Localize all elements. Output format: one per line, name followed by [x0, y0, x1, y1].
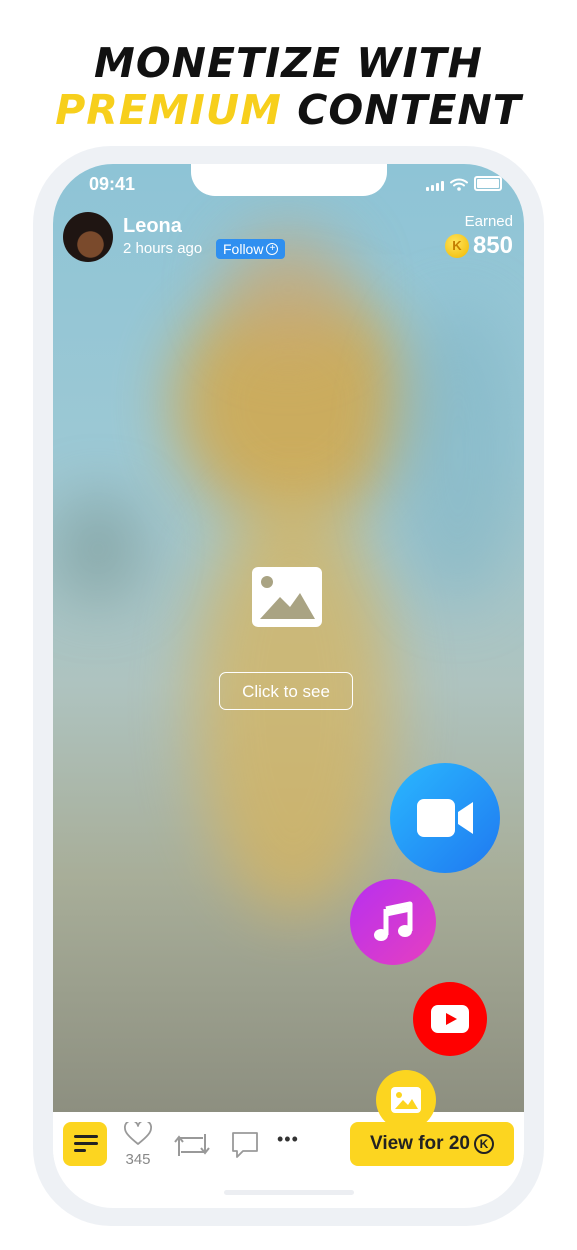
follow-label: Follow	[223, 241, 264, 257]
headline-text-2: CONTENT	[281, 86, 522, 134]
image-placeholder-icon	[252, 567, 322, 627]
post-time: 2 hours ago	[123, 240, 203, 257]
view-label: View for 20	[370, 1133, 470, 1154]
repost-icon[interactable]	[173, 1132, 211, 1158]
menu-button[interactable]	[63, 1122, 107, 1166]
earned-amount: K 850	[444, 232, 513, 260]
click-to-see-button[interactable]: Click to see	[219, 672, 353, 710]
headline-accent: PREMIUM	[55, 86, 282, 134]
image-icon	[391, 1087, 421, 1113]
k-coin-icon: K	[473, 1134, 494, 1154]
coin-icon: K	[444, 234, 469, 258]
like-count: 345	[125, 1151, 151, 1168]
menu-line	[74, 1135, 98, 1138]
headline-line-1: MONETIZE WITH	[0, 40, 577, 86]
avatar[interactable]	[63, 212, 113, 262]
earned-value: 850	[472, 232, 513, 259]
battery-icon	[474, 176, 502, 191]
heart-icon	[124, 1119, 152, 1145]
bottom-action-bar: 345 ••• View for 20 K	[53, 1112, 524, 1176]
plus-icon: +	[266, 243, 279, 255]
view-for-button[interactable]: View for 20 K	[350, 1122, 514, 1166]
headline-text-1: MONETIZE WITH	[94, 39, 483, 87]
status-time: 09:41	[89, 174, 136, 194]
video-button[interactable]	[390, 763, 500, 873]
image-button[interactable]	[376, 1070, 436, 1130]
menu-line	[74, 1149, 86, 1152]
youtube-button[interactable]	[413, 982, 487, 1056]
headline-line-2: PREMIUM CONTENT	[0, 87, 577, 133]
home-indicator[interactable]	[224, 1190, 354, 1195]
phone-screen: 09:41 Leona 2 hours ago Follow + Earned …	[53, 164, 524, 1208]
youtube-play-icon	[431, 1005, 469, 1033]
menu-line	[74, 1142, 98, 1145]
comment-icon[interactable]	[231, 1131, 259, 1159]
blurred-post-image[interactable]: 09:41 Leona 2 hours ago Follow + Earned …	[53, 164, 524, 1112]
more-icon[interactable]: •••	[277, 1129, 299, 1150]
user-name[interactable]: Leona	[123, 215, 182, 238]
follow-button[interactable]: Follow +	[216, 239, 286, 259]
like-button[interactable]: 345	[123, 1119, 153, 1168]
earned-label: Earned	[464, 213, 513, 230]
music-note-icon	[374, 901, 413, 941]
status-icons	[426, 176, 502, 191]
phone-notch	[191, 164, 387, 196]
video-camera-icon	[417, 799, 473, 837]
signal-icon	[426, 181, 444, 191]
music-button[interactable]	[350, 879, 436, 965]
wifi-icon	[450, 178, 468, 191]
